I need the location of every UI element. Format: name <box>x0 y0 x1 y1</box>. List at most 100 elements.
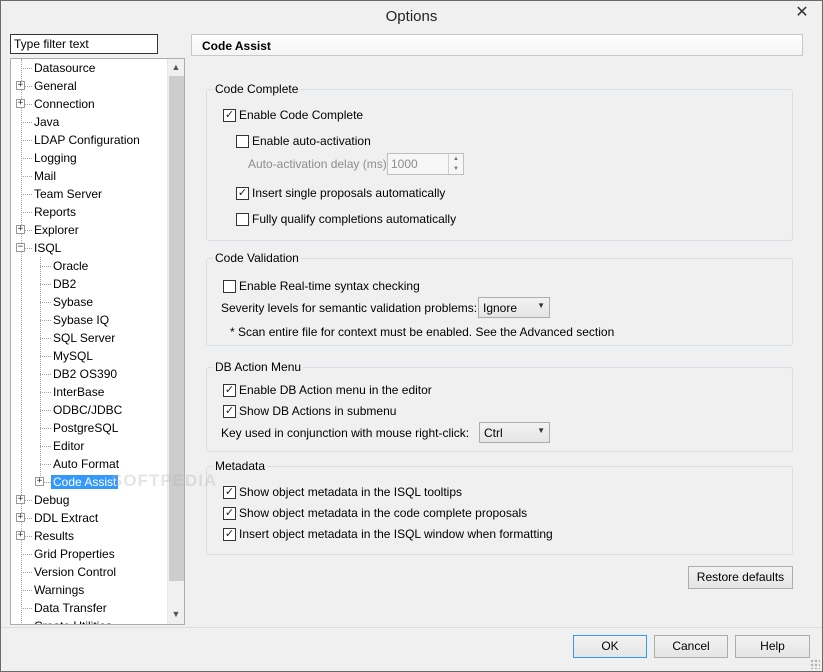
spin-up-icon[interactable]: ▲ <box>449 154 463 164</box>
tree-item[interactable]: PostgreSQL <box>51 419 120 437</box>
tree-item[interactable]: Datasource <box>32 59 97 77</box>
tree-item-label: Sybase IQ <box>53 313 110 327</box>
spin-down-icon[interactable]: ▼ <box>449 164 463 174</box>
tree-item-label: ODBC/JDBC <box>53 403 123 417</box>
tree-item[interactable]: SQL Server <box>51 329 117 347</box>
checkbox-box[interactable] <box>236 134 249 148</box>
tree-item[interactable]: InterBase <box>51 383 106 401</box>
tree-scrollbar[interactable]: ▲ ▼ <box>167 59 184 624</box>
checkbox-box[interactable]: ✓ <box>223 506 236 520</box>
tree-item-label: Oracle <box>53 259 89 273</box>
tree-connector <box>40 284 51 285</box>
tree-item[interactable]: DB2 <box>51 275 78 293</box>
key-label: Key used in conjunction with mouse right… <box>221 426 470 440</box>
tree-item[interactable]: Connection <box>32 95 97 113</box>
page-title: Code Assist <box>191 34 803 56</box>
key-select[interactable]: Ctrl ▼ <box>479 422 550 443</box>
scroll-down-icon[interactable]: ▼ <box>168 606 184 622</box>
ok-button[interactable]: OK <box>573 635 647 658</box>
fully-qualify-checkbox[interactable]: Fully qualify completions automatically <box>236 211 456 227</box>
tree-item[interactable]: ISQL <box>32 239 63 257</box>
expand-icon[interactable]: + <box>16 495 25 504</box>
tree-item[interactable]: Team Server <box>32 185 104 203</box>
metadata-tooltips-checkbox[interactable]: ✓ Show object metadata in the ISQL toolt… <box>223 484 462 500</box>
delay-spinner[interactable]: ▲ ▼ <box>387 153 464 175</box>
enable-db-action-checkbox[interactable]: ✓ Enable DB Action menu in the editor <box>223 382 432 398</box>
db-actions-submenu-checkbox[interactable]: ✓ Show DB Actions in submenu <box>223 403 396 419</box>
tree-item[interactable]: Version Control <box>32 563 118 581</box>
tree-item[interactable]: Logging <box>32 149 79 167</box>
tree-item[interactable]: Create Utilities <box>32 617 114 624</box>
expand-icon[interactable]: + <box>35 477 44 486</box>
tree-connector <box>40 428 51 429</box>
realtime-syntax-checkbox[interactable]: Enable Real-time syntax checking <box>223 278 420 294</box>
tree-item-label: Grid Properties <box>34 547 115 561</box>
tree-connector <box>21 68 32 69</box>
group-title: Code Validation <box>213 251 301 265</box>
group-title: Code Complete <box>213 82 301 96</box>
tree-item[interactable]: General <box>32 77 79 95</box>
insert-single-proposals-checkbox[interactable]: ✓ Insert single proposals automatically <box>236 185 445 201</box>
severity-select[interactable]: Ignore ▼ <box>478 297 550 318</box>
tree-item[interactable]: ODBC/JDBC <box>51 401 124 419</box>
restore-defaults-button[interactable]: Restore defaults <box>688 566 793 589</box>
checkbox-box[interactable]: ✓ <box>236 186 249 200</box>
tree-item[interactable]: Warnings <box>32 581 86 599</box>
tree-connector <box>21 122 32 123</box>
tree-item[interactable]: DDL Extract <box>32 509 100 527</box>
tree-item-label: Sybase <box>53 295 94 309</box>
tree-item[interactable]: Results <box>32 527 76 545</box>
tree-item[interactable]: Code Assist <box>51 473 119 491</box>
tree-item[interactable]: MySQL <box>51 347 95 365</box>
tree-item[interactable]: Sybase <box>51 293 95 311</box>
tree-item-label: DB2 OS390 <box>53 367 118 381</box>
expand-icon[interactable]: + <box>16 81 25 90</box>
tree-item[interactable]: Sybase IQ <box>51 311 111 329</box>
expand-icon[interactable]: + <box>16 531 25 540</box>
delay-input[interactable] <box>388 154 446 174</box>
spinner-buttons[interactable]: ▲ ▼ <box>448 154 463 174</box>
tree-item-label: Editor <box>53 439 85 453</box>
checkbox-box[interactable]: ✓ <box>223 485 236 499</box>
help-button[interactable]: Help <box>735 635 810 658</box>
tree-item[interactable]: Mail <box>32 167 58 185</box>
enable-auto-activation-checkbox[interactable]: Enable auto-activation <box>236 133 371 149</box>
filter-input[interactable] <box>10 34 158 54</box>
tree-item[interactable]: DB2 OS390 <box>51 365 119 383</box>
tree-item[interactable]: Oracle <box>51 257 90 275</box>
tree-item-label: General <box>34 79 77 93</box>
tree-item-label: Results <box>34 529 75 543</box>
tree-item[interactable]: Reports <box>32 203 78 221</box>
tree-item[interactable]: LDAP Configuration <box>32 131 142 149</box>
checkbox-box[interactable] <box>223 279 236 293</box>
scroll-up-icon[interactable]: ▲ <box>168 59 184 75</box>
expand-icon[interactable]: + <box>16 225 25 234</box>
tree-item-label: SQL Server <box>53 331 116 345</box>
window-title: Options <box>385 8 438 25</box>
close-icon[interactable]: ✕ <box>788 1 816 22</box>
tree-item[interactable]: Java <box>32 113 61 131</box>
checkbox-box[interactable]: ✓ <box>223 383 236 397</box>
checkbox-box[interactable]: ✓ <box>223 527 236 541</box>
expand-icon[interactable]: + <box>16 99 25 108</box>
cancel-button[interactable]: Cancel <box>654 635 728 658</box>
tree-item[interactable]: Data Transfer <box>32 599 109 617</box>
metadata-insert-checkbox[interactable]: ✓ Insert object metadata in the ISQL win… <box>223 526 553 542</box>
tree-item-label: Datasource <box>34 61 96 75</box>
scroll-thumb[interactable] <box>169 76 184 581</box>
tree-item[interactable]: Editor <box>51 437 86 455</box>
expand-icon[interactable]: + <box>16 513 25 522</box>
tree-connector <box>40 302 51 303</box>
tree-item[interactable]: Explorer <box>32 221 81 239</box>
metadata-proposals-checkbox[interactable]: ✓ Show object metadata in the code compl… <box>223 505 527 521</box>
checkbox-box[interactable]: ✓ <box>223 108 236 122</box>
checkbox-box[interactable]: ✓ <box>223 404 236 418</box>
collapse-icon[interactable]: − <box>16 243 25 252</box>
tree-connector <box>21 212 32 213</box>
tree-item-label: DB2 <box>53 277 77 291</box>
enable-code-complete-checkbox[interactable]: ✓ Enable Code Complete <box>223 107 363 123</box>
checkbox-box[interactable] <box>236 212 249 226</box>
tree-item[interactable]: Debug <box>32 491 71 509</box>
tree-item[interactable]: Grid Properties <box>32 545 117 563</box>
resize-grip[interactable] <box>810 659 820 669</box>
